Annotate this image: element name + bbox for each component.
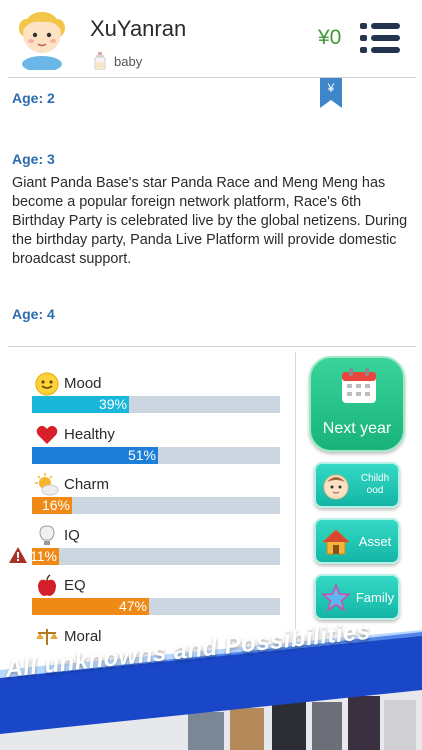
stat-name: EQ (64, 577, 86, 594)
event-age-heading: Age: 4 (12, 306, 55, 322)
menu-list-icon[interactable] (360, 22, 400, 54)
family-label: Family (355, 589, 395, 605)
stats-divider (8, 346, 416, 347)
lightbulb-icon (39, 525, 55, 545)
stat-name: Mood (64, 375, 102, 392)
baby-bottle-icon (94, 52, 106, 70)
stat-bar: 16% (32, 497, 280, 514)
stat-bar: 39% (32, 396, 280, 413)
stat-eq: EQ 47% (32, 572, 282, 622)
character-name: XuYanran (90, 16, 187, 41)
stat-bar-fill: 16% (32, 497, 72, 514)
life-stage: baby (94, 52, 142, 70)
stat-charm: Charm 16% (32, 471, 282, 521)
childhood-button[interactable]: Childh ood (314, 462, 400, 508)
event-age-heading: Age: 3 (12, 151, 55, 167)
stat-bar-fill: 51% (32, 447, 158, 464)
stat-bar: 47% (32, 598, 280, 615)
stat-healthy: Healthy 51% (32, 421, 282, 471)
money-balance: ¥0 (318, 26, 342, 49)
event-description: Giant Panda Base's star Panda Race and M… (12, 175, 408, 267)
asset-label: Asset (358, 533, 392, 549)
asset-button[interactable]: Asset (314, 518, 400, 564)
sun-cloud-icon (35, 473, 59, 496)
buttons-divider (295, 352, 296, 652)
star-icon (322, 584, 350, 612)
profile-header: XuYanran baby ¥0 (0, 0, 422, 78)
money-bookmark[interactable]: ¥ (320, 78, 342, 108)
apple-icon (38, 574, 56, 596)
family-button[interactable]: Family (314, 574, 400, 620)
bookmark-symbol: ¥ (327, 81, 335, 95)
stat-value: 39% (98, 396, 127, 412)
stat-value: 11% (30, 548, 57, 564)
stat-mood: Mood 39% (32, 370, 282, 420)
baby-face-icon (323, 474, 349, 500)
stat-name: Charm (64, 476, 110, 493)
smiley-icon (35, 372, 59, 396)
event-age-heading: Age: 2 (12, 90, 55, 106)
next-year-button[interactable]: Next year (309, 356, 405, 452)
stat-bar-fill: 47% (32, 598, 149, 615)
next-year-label: Next year (322, 420, 392, 437)
warning-icon (9, 547, 27, 563)
house-icon (322, 529, 350, 555)
childhood-label: Childh ood (360, 473, 390, 496)
stat-bar: 51% (32, 447, 280, 464)
stat-iq: IQ 11% (30, 522, 282, 572)
stat-value: 51% (127, 447, 156, 463)
stat-value: 47% (118, 598, 147, 614)
heart-icon (36, 425, 58, 444)
life-stage-label: baby (114, 53, 143, 69)
stat-name: IQ (64, 527, 80, 544)
stat-name: Healthy (64, 426, 115, 443)
stat-bar: 11% (30, 548, 280, 565)
stat-value: 16% (41, 497, 70, 513)
stat-bar-fill: 11% (30, 548, 59, 565)
baby-avatar (19, 12, 65, 70)
header-divider (8, 77, 416, 78)
stat-bar-fill: 39% (32, 396, 129, 413)
calendar-icon (342, 368, 376, 403)
